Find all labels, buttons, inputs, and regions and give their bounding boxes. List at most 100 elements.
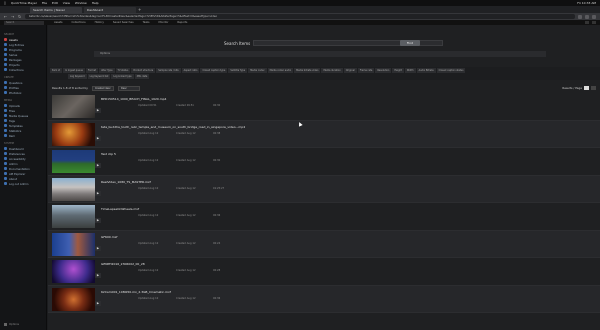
page-1-button[interactable] [584,86,589,90]
video-thumbnail[interactable] [52,95,95,118]
filter-chip[interactable]: Closed caption type [200,68,228,73]
play-icon[interactable]: ▶ [95,108,101,113]
filter-chip[interactable]: Log Keyword list [87,74,111,79]
user-icon[interactable] [592,21,596,24]
table-row[interactable]: ▶ 62Cam001_1080i50.mx_2.3GB_Cinematic.mxf… [48,285,600,313]
video-thumbnail[interactable] [52,287,95,311]
filter-chip[interactable]: Sample rate / bits [156,68,181,73]
table-row[interactable]: ▶ BPD150514_1000_BEACH_FINAL_1920.mp4 Upda… [48,93,600,121]
play-icon[interactable]: ▶ [95,300,101,306]
filter-chip[interactable]: Log Linked type [111,74,134,79]
updated-date: Updated Aug 12 [138,214,159,217]
table-row[interactable]: ▶ GENPH2016_2306002_00_28 Updated Aug 12 Cr… [48,258,600,286]
browser-tab-search[interactable]: Search Items | Slaver [30,6,82,13]
asset-filename[interactable]: 62Cam001_1080i50.mx_2.3GB_Cinematic.mxf [101,290,171,294]
nav-monitor[interactable]: Monitor [159,21,169,24]
asset-filename[interactable]: GF600.mxf [101,235,117,239]
back-icon[interactable]: ← [4,14,8,19]
video-thumbnail[interactable] [52,260,95,283]
video-thumbnail[interactable] [52,232,95,256]
options-toggle[interactable]: Options [94,51,546,57]
video-thumbnail[interactable] [52,122,95,146]
asset-filename[interactable]: Test clip 5 [101,152,116,156]
sidebar-options[interactable]: Options [4,323,19,326]
menu-icon[interactable] [592,14,596,19]
sidebar-item-photobox[interactable]: Photobox [4,90,46,95]
play-icon[interactable]: ▶ [95,273,101,278]
nav-tasks[interactable]: Tasks [143,21,150,24]
play-icon[interactable]: ▶ [95,245,101,251]
asset-filename[interactable]: GENPH2016_2306002_00_28 [101,262,145,266]
filter-chip[interactable]: Media codec [248,68,267,73]
sidebar-item-label: Templates [9,123,23,128]
filter-chip[interactable]: Subtitle Type [228,68,248,73]
filter-chip[interactable]: Width [404,68,416,73]
table-row[interactable]: ▶ Test clip 5 Updated Aug 12 Created Aug 12… [48,148,600,176]
filter-chip[interactable]: Closed caption status [436,68,466,73]
extension-icon[interactable] [578,14,582,19]
filter-chip[interactable]: Format [85,68,99,73]
address-bar[interactable]: beta.tbc.ca/slaver/search?dfilter=sfx%3A… [25,14,575,19]
assets-icon [4,38,7,41]
filter-chip[interactable]: Media codec audio [267,68,294,73]
play-icon[interactable]: ▶ [95,163,101,168]
filter-chip[interactable]: Original [343,68,357,73]
sort-select[interactable]: Created desc [91,85,114,91]
find-button[interactable]: Find [400,40,420,46]
nav-collections[interactable]: Collections [71,21,85,24]
table-row[interactable]: ▶ TimeLapseOnWheels.mxf Updated Aug 12 Crea… [48,203,600,231]
filter-chip[interactable]: TV status [115,68,131,73]
filter-chip[interactable]: Alter Type [99,68,115,73]
table-row[interactable]: ▶ GF600.mxf Updated Aug 12 Created Aug 12 00… [48,230,600,258]
filter-chip[interactable]: Media bitrate video [294,68,321,73]
reload-icon[interactable]: ↻ [18,14,22,19]
sidebar-section-title: Media [4,99,13,102]
created-date: Created Aug 12 [176,241,196,245]
asset-filename[interactable]: TimeLapseOnWheels.mxf [101,207,139,211]
video-thumbnail[interactable] [52,177,95,201]
profile-icon [4,86,7,89]
video-thumbnail[interactable] [52,150,95,173]
nav-saved-searches[interactable]: Saved Searches [113,21,134,24]
filter-chip[interactable]: XML data [134,74,150,79]
new-tab-icon[interactable]: + [138,7,144,12]
asset-filename[interactable]: BPD150514_1000_BEACH_FINAL_1920.mp4 [101,97,166,101]
filter-chip[interactable]: Log Keyword [68,74,87,79]
forward-icon[interactable]: → [11,14,15,19]
updated-date: Updated Aug 12 [138,159,159,162]
duration: 00:24 [213,241,221,245]
extension-icon[interactable] [585,14,589,19]
play-icon[interactable]: ▶ [95,190,101,196]
nav-history[interactable]: History [95,21,104,24]
filter-chip[interactable]: Height [392,68,404,73]
browser-tab-dashboard[interactable]: Dashboard [84,6,136,13]
filter-chip[interactable]: Aspect ratio [181,68,200,73]
sidebar-item-logout[interactable]: Log out Admin [4,181,46,186]
global-search-input[interactable]: Search [4,20,44,25]
video-thumbnail[interactable] [52,205,95,228]
sidebar-item-label: Assets [9,37,18,42]
page-2-button[interactable] [591,86,596,90]
filter-chip[interactable]: Resolution [375,68,392,73]
api-icon [4,172,7,175]
sidebar-item-rem[interactable]: Rem [4,133,46,138]
filter-chip[interactable]: In Ingest queue [63,68,85,73]
nav-reports[interactable]: Reports [177,21,187,24]
play-icon[interactable]: ▶ [95,135,101,141]
filter-chip[interactable]: Frame rate [357,68,375,73]
filter-chip[interactable]: Media duration [321,68,343,73]
asset-filename[interactable]: ReelVideo_1080_TS_MASTER.mxf [101,180,151,184]
filter-chip[interactable]: Audio Bitrate [416,68,436,73]
sort-direction-select[interactable]: Desc [117,85,140,91]
nav-assets[interactable]: Assets [54,21,62,24]
asset-filename[interactable]: tata_buddha_tooth_relic_temple_and_museu… [101,125,245,129]
table-row[interactable]: ▶ ReelVideo_1080_TS_MASTER.mxf Updated Aug… [48,175,600,203]
sidebar-item-label: Documentation [9,166,30,171]
filter-chip[interactable]: Product structure [131,68,156,73]
table-row[interactable]: ▶ tata_buddha_tooth_relic_temple_and_muse… [48,120,600,148]
notifications-icon[interactable] [585,21,589,24]
filter-chip[interactable]: Item id [50,68,63,73]
series-icon [4,53,7,56]
play-icon[interactable]: ▶ [95,218,101,223]
sidebar-item-collections[interactable]: Collections [4,67,46,72]
